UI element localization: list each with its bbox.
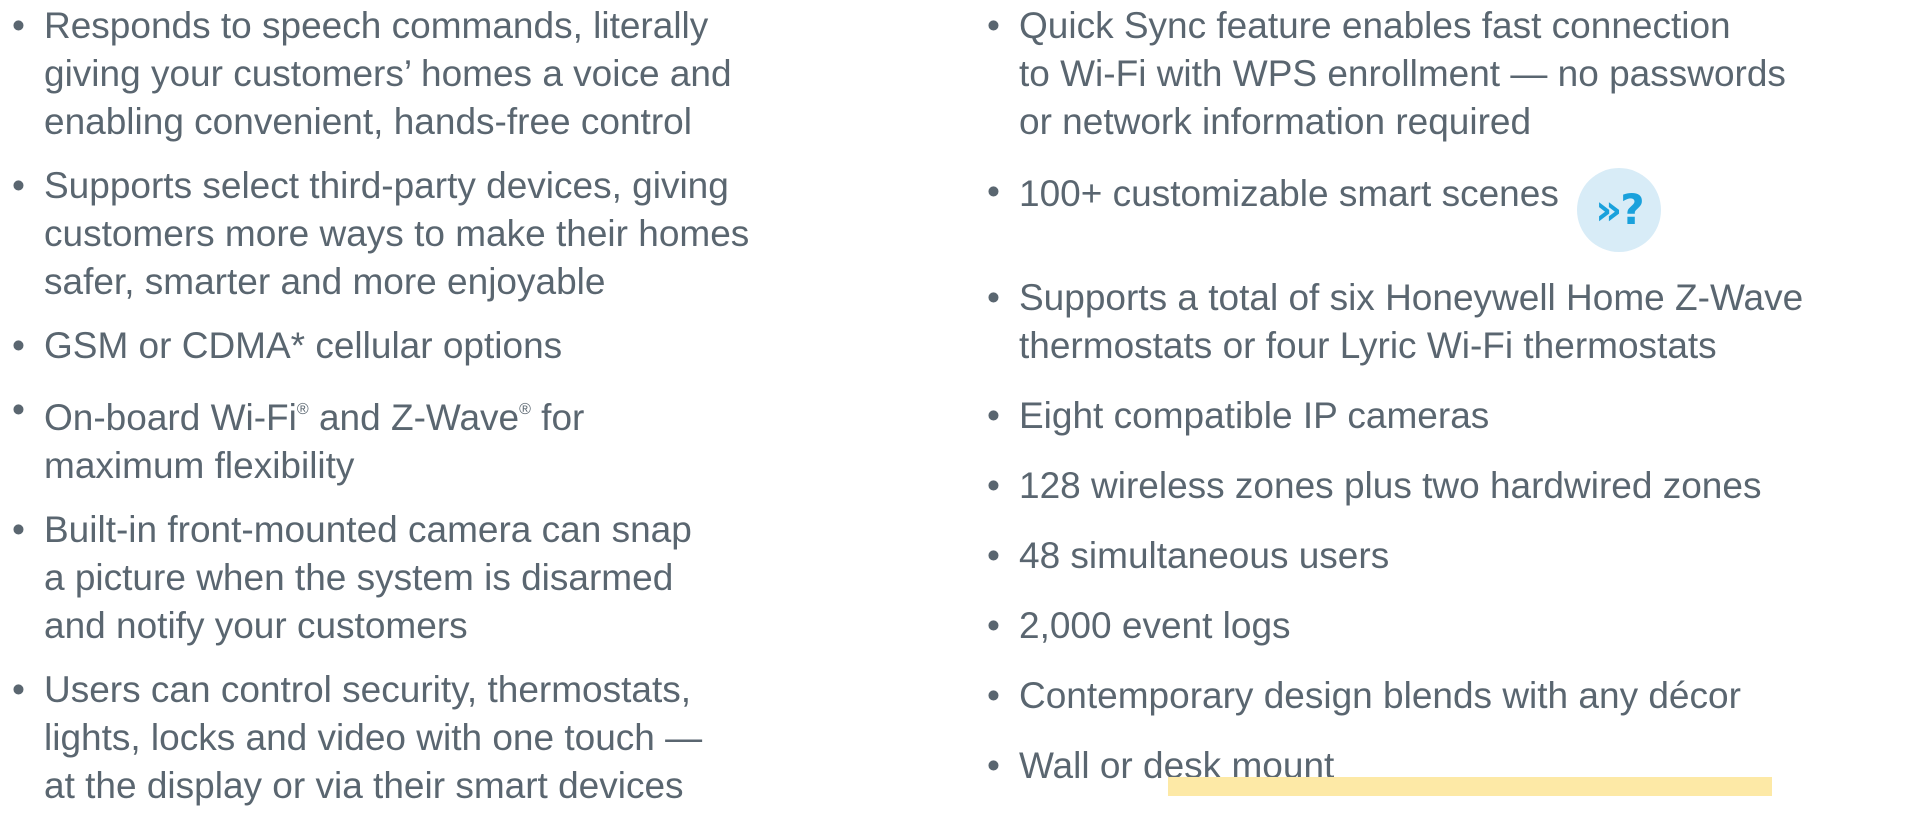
feature-text-line: Eight compatible IP cameras	[1019, 395, 1490, 436]
feature-text-line: giving your customers’ homes a voice and	[44, 53, 732, 94]
feature-text-line: GSM or CDMA* cellular options	[44, 325, 563, 366]
left-feature-item: • Built-in front-mounted camera can snap a…	[10, 506, 910, 650]
feature-text-line: and notify your customers	[44, 605, 468, 646]
feature-text-line: Contemporary design blends with any déco…	[1019, 675, 1741, 716]
left-feature-item: • Supports select third-party devices, gi…	[10, 162, 910, 306]
highlight-bar	[1168, 777, 1772, 796]
feature-text-line: Supports a total of six Honeywell Home Z…	[1019, 277, 1804, 318]
right-feature-item: • Eight compatible IP cameras	[985, 392, 1905, 440]
left-feature-item: • Users can control security, thermostats…	[10, 666, 910, 810]
feature-text-line: 2,000 event logs	[1019, 605, 1291, 646]
right-feature-item: • 128 wireless zones plus two hardwired z…	[985, 462, 1905, 510]
right-feature-item: • Supports a total of six Honeywell Home …	[985, 274, 1905, 370]
bullet-glyph: •	[987, 605, 1000, 646]
feature-text-line: to Wi-Fi with WPS enrollment — no passwo…	[1019, 53, 1786, 94]
bullet-glyph: •	[12, 5, 25, 46]
bullet-glyph: •	[987, 5, 1000, 46]
bullet-glyph: •	[987, 171, 1000, 212]
help-question-icon[interactable]: »?	[1576, 168, 1661, 252]
bullet-glyph: •	[987, 277, 1000, 318]
feature-text-line: enabling convenient, hands-free control	[44, 101, 692, 142]
bullet-glyph: •	[987, 535, 1000, 576]
feature-text-line: 128 wireless zones plus two hardwired zo…	[1019, 465, 1762, 506]
bullet-glyph: •	[987, 675, 1000, 716]
bullet-glyph: •	[12, 165, 25, 206]
left-feature-column: • Responds to speech commands, literally g…	[10, 0, 910, 826]
left-feature-item: • GSM or CDMA* cellular options	[10, 322, 910, 370]
bullet-glyph: •	[12, 509, 25, 550]
bullet-glyph: •	[987, 395, 1000, 436]
feature-text-line: 100+ customizable smart scenes	[1019, 173, 1559, 214]
bullet-glyph: •	[987, 465, 1000, 506]
feature-text-line: Responds to speech commands, literally	[44, 5, 709, 46]
feature-text-line: safer, smarter and more enjoyable	[44, 261, 606, 302]
bullet-glyph: •	[12, 325, 25, 366]
right-feature-item: • 2,000 event logs	[985, 602, 1905, 650]
feature-text-line: customers more ways to make their homes	[44, 213, 750, 254]
feature-text-line: thermostats or four Lyric Wi-Fi thermost…	[1019, 325, 1717, 366]
feature-text-line: lights, locks and video with one touch —	[44, 717, 703, 758]
feature-text-line: Quick Sync feature enables fast connecti…	[1019, 5, 1731, 46]
feature-text-line: Users can control security, thermostats,	[44, 669, 692, 710]
feature-text-line: a picture when the system is disarmed	[44, 557, 674, 598]
right-feature-item: • 100+ customizable smart scenes »?	[985, 168, 1905, 252]
feature-text-line: at the display or via their smart device…	[44, 765, 684, 806]
bullet-glyph: •	[987, 745, 1000, 786]
feature-text-line: Built-in front-mounted camera can snap	[44, 509, 692, 550]
right-feature-column: • Quick Sync feature enables fast connect…	[985, 0, 1905, 812]
bullet-glyph: •	[12, 669, 25, 710]
right-feature-list: • Quick Sync feature enables fast connect…	[985, 2, 1905, 790]
left-feature-item: • On-board Wi-Fi® and Z-Wave® for maximum …	[10, 386, 910, 490]
feature-text-line: Supports select third-party devices, giv…	[44, 165, 729, 206]
left-feature-list: • Responds to speech commands, literally g…	[10, 2, 910, 810]
feature-text-line: 48 simultaneous users	[1019, 535, 1390, 576]
feature-text-line: On-board Wi-Fi® and Z-Wave® for	[44, 397, 585, 438]
left-feature-item: • Responds to speech commands, literally g…	[10, 2, 910, 146]
feature-text-line: maximum flexibility	[44, 445, 355, 486]
feature-text-line: or network information required	[1019, 101, 1532, 142]
right-feature-item: • 48 simultaneous users	[985, 532, 1905, 580]
right-feature-item: • Quick Sync feature enables fast connect…	[985, 2, 1905, 146]
right-feature-item: • Contemporary design blends with any déc…	[985, 672, 1905, 720]
bullet-glyph: •	[12, 389, 25, 430]
